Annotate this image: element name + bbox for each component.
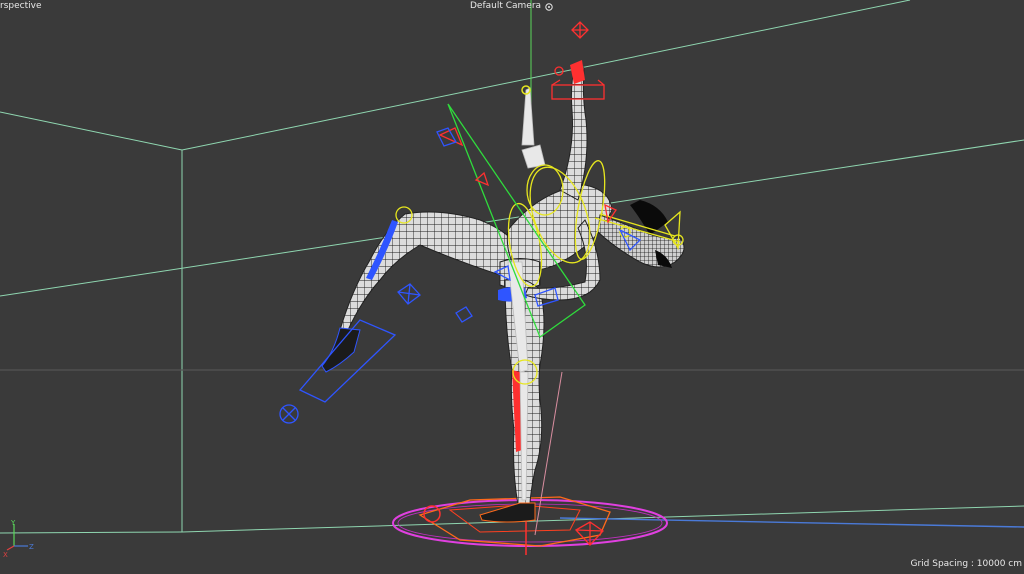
camera-name[interactable]: Default Camera (470, 1, 541, 12)
z-axis-line (559, 517, 1024, 528)
view-mode-label[interactable]: rspective (0, 1, 41, 12)
camera-target-icon[interactable] (544, 2, 554, 12)
standing-leg[interactable] (479, 278, 545, 523)
axis-z-label: Z (29, 543, 34, 551)
grid-spacing-label: Grid Spacing : 10000 cm (910, 559, 1022, 569)
3d-viewport[interactable]: rspective Default Camera Grid Spacing : … (0, 0, 1024, 574)
raised-arm[interactable] (559, 60, 588, 201)
axis-gizmo: Y Z X (3, 519, 34, 558)
camera-label[interactable]: Default Camera (470, 1, 554, 12)
axis-y-label: Y (10, 519, 16, 527)
axis-x-label: X (3, 551, 8, 558)
viewport-scene[interactable] (0, 0, 1024, 574)
raised-leg[interactable] (321, 211, 521, 373)
